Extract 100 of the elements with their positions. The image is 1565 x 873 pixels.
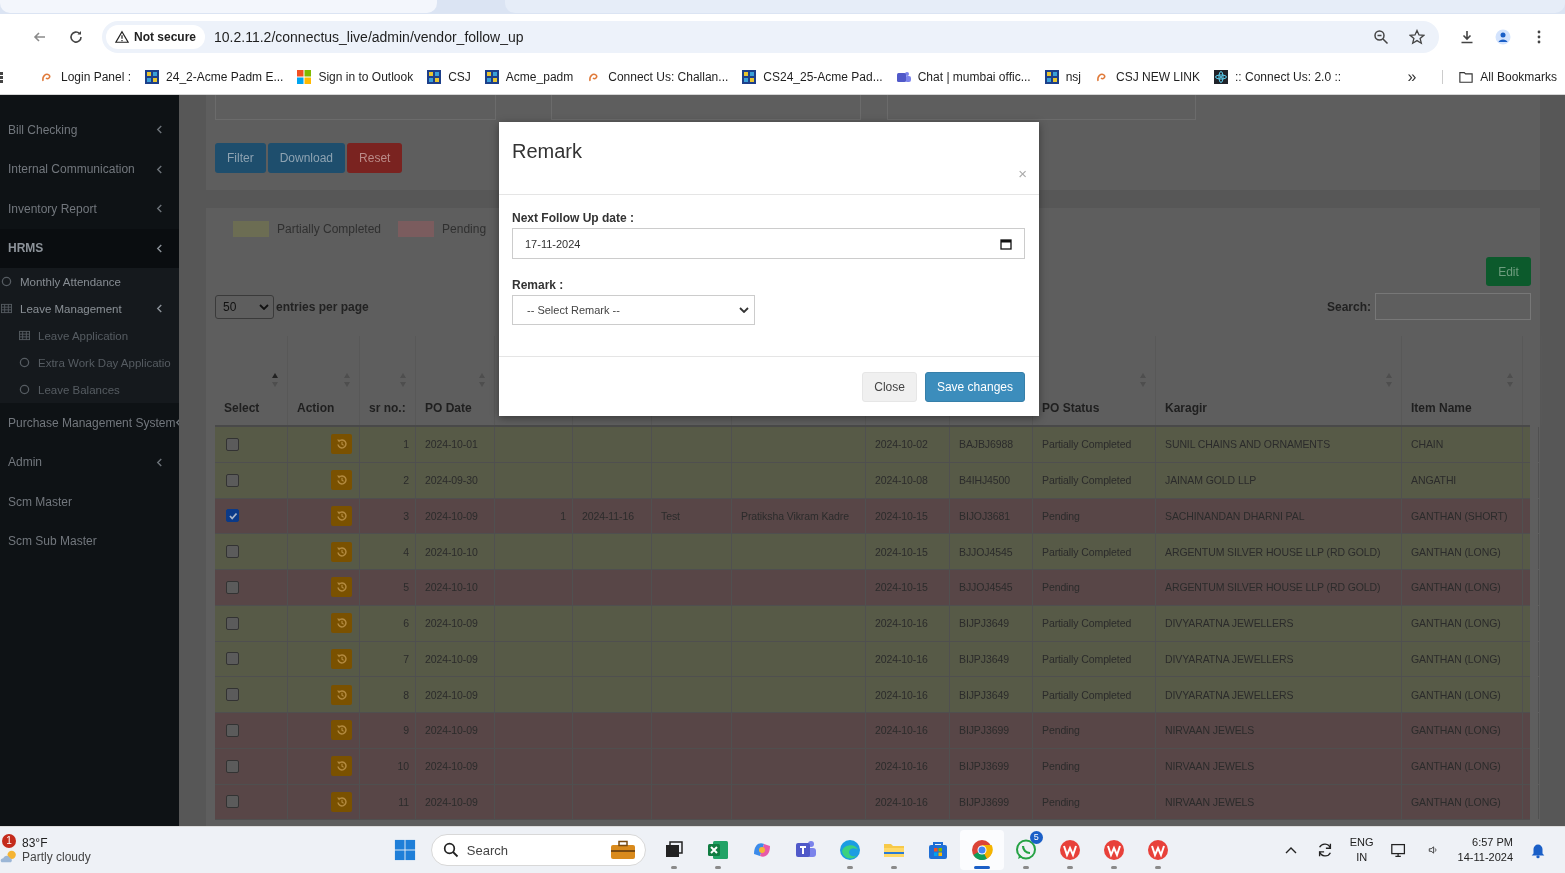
dialog-button[interactable]: Save changes: [924, 371, 1025, 402]
zoom-icon[interactable]: [1373, 29, 1389, 45]
reload-icon[interactable]: [68, 29, 84, 45]
clock[interactable]: 6:57 PM 14-11-2024: [1457, 835, 1513, 865]
chevron-up-icon[interactable]: [1284, 845, 1297, 855]
history-button[interactable]: [331, 577, 352, 598]
history-icon: [335, 545, 348, 558]
sidebar-item[interactable]: Leave Management: [0, 295, 179, 322]
w-app-icon[interactable]: [1145, 838, 1170, 862]
bookmark[interactable]: Connect Us: Challan...: [587, 70, 729, 84]
row-checkbox[interactable]: [226, 616, 239, 630]
history-button[interactable]: [331, 470, 352, 491]
bookmark[interactable]: Login Panel :: [40, 70, 132, 84]
windows-start-icon[interactable]: [393, 839, 416, 861]
row-checkbox[interactable]: [226, 545, 239, 559]
notification-badge: 1: [2, 834, 16, 848]
sort-icon[interactable]: [271, 372, 279, 388]
history-button[interactable]: [331, 791, 352, 812]
search-field[interactable]: [1375, 293, 1531, 320]
weather-text: Partly cloudy: [22, 850, 91, 864]
row-checkbox[interactable]: [226, 759, 239, 773]
running-indicator: [973, 866, 990, 869]
bookmark[interactable]: CS24_25-Acme Pad...: [742, 70, 883, 84]
row-checkbox[interactable]: [226, 437, 239, 451]
apps-grid-icon[interactable]: [0, 71, 6, 83]
history-button[interactable]: [331, 505, 352, 526]
sidebar-item[interactable]: Scm Sub Master: [0, 521, 179, 561]
row-checkbox[interactable]: [226, 795, 239, 809]
star-icon[interactable]: [1409, 29, 1425, 45]
speaker-icon[interactable]: [1426, 845, 1439, 855]
people-icon: [896, 70, 911, 84]
history-icon: [335, 688, 348, 701]
address-bar[interactable]: Not secure 10.2.11.2/connectus_live/admin/vendor_follow_up: [102, 21, 1439, 53]
running-indicator: [846, 866, 853, 869]
download-icon[interactable]: [1459, 29, 1475, 45]
weather-widget[interactable]: 1 83°F Partly cloudy: [0, 836, 300, 864]
language-indicator[interactable]: ENG IN: [1349, 835, 1374, 865]
grid-logo-icon: [145, 70, 160, 84]
row-checkbox[interactable]: [226, 473, 239, 487]
history-button[interactable]: [331, 756, 352, 777]
entries-select[interactable]: 50: [215, 294, 274, 319]
wave-browser-icon[interactable]: [837, 838, 862, 862]
sidebar-item[interactable]: Internal Communication: [0, 149, 179, 189]
row-checkbox[interactable]: [226, 509, 239, 523]
temperature-text: 83°F: [22, 836, 49, 850]
history-button[interactable]: [331, 434, 352, 455]
taskbar-search[interactable]: Search: [430, 834, 646, 866]
bookmark[interactable]: Sign in to Outlook: [297, 70, 414, 84]
filter-button[interactable]: Download: [267, 143, 346, 173]
sidebar-item[interactable]: Scm Master: [0, 482, 179, 522]
row-checkbox[interactable]: [226, 652, 239, 666]
all-bookmarks[interactable]: All Bookmarks: [1442, 70, 1557, 84]
bookmark[interactable]: Chat | mumbai offic...: [896, 70, 1031, 84]
filter-button[interactable]: Reset: [347, 143, 403, 173]
sidebar-item[interactable]: Bill Checking: [0, 110, 179, 150]
date-field[interactable]: 17-11-2024: [512, 228, 1025, 259]
row-checkbox[interactable]: [226, 580, 239, 594]
history-button[interactable]: [331, 541, 352, 562]
bookmark[interactable]: 24_2-Acme Padm E...: [145, 70, 284, 84]
legend-swatch: [398, 221, 435, 237]
history-button[interactable]: [331, 720, 352, 741]
search-label: Search:: [1326, 299, 1371, 314]
chevron-down-icon: [259, 303, 269, 310]
sidebar-item[interactable]: Purchase Management System: [0, 403, 179, 443]
filter-field[interactable]: [215, 95, 496, 120]
sidebar-item[interactable]: Admin: [0, 442, 179, 482]
entries-label: entries per page: [276, 299, 369, 314]
history-button[interactable]: [331, 613, 352, 634]
history-button[interactable]: [331, 648, 352, 669]
running-indicator: [714, 866, 721, 869]
bookmarks-overflow[interactable]: »: [1407, 68, 1417, 86]
dialog-button[interactable]: Close: [862, 371, 917, 402]
bookmark[interactable]: CSJ NEW LINK: [1095, 70, 1200, 84]
sidebar-item[interactable]: Monthly Attendance: [0, 268, 179, 295]
row-checkbox[interactable]: [226, 688, 239, 702]
bookmark[interactable]: :: Connect Us: 2.0 ::: [1214, 70, 1342, 84]
remark-select[interactable]: -- Select Remark --: [512, 295, 755, 325]
avatar-icon[interactable]: [1495, 29, 1511, 45]
bookmark[interactable]: nsj: [1044, 70, 1081, 84]
spreadsheet-app-icon[interactable]: [705, 838, 730, 862]
monitor-icon[interactable]: [1389, 841, 1408, 859]
field-label: Next Follow Up date :: [512, 211, 635, 227]
filter-field[interactable]: [551, 95, 861, 120]
browser-icon[interactable]: [969, 838, 994, 862]
w-app-icon[interactable]: [1057, 838, 1082, 862]
sidebar-item[interactable]: Inventory Report: [0, 189, 179, 229]
filter-button[interactable]: Filter: [215, 143, 266, 173]
row-checkbox[interactable]: [226, 723, 239, 737]
circle-icon: [19, 384, 30, 395]
bookmark[interactable]: CSJ: [427, 70, 471, 84]
history-icon: [335, 760, 348, 773]
running-indicator: [1022, 866, 1029, 869]
history-button[interactable]: [331, 684, 352, 705]
chat-bubble-icon[interactable]: [1013, 838, 1038, 862]
history-icon: [335, 617, 348, 630]
security-chip[interactable]: Not secure: [106, 25, 206, 49]
bookmark[interactable]: Acme_padm: [484, 70, 574, 84]
w-app-icon[interactable]: [1101, 838, 1126, 862]
filter-field[interactable]: [887, 95, 1196, 120]
grid-logo-icon: [742, 70, 757, 84]
